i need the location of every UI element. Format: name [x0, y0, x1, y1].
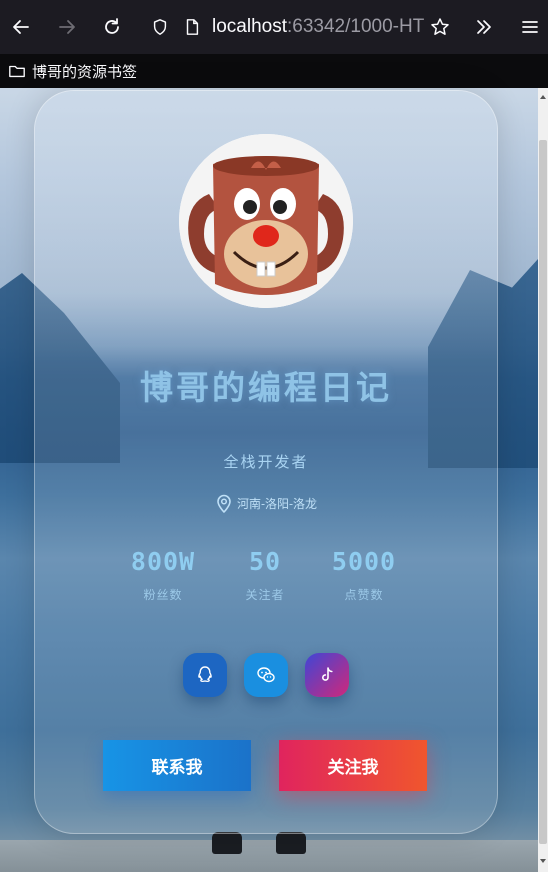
- reload-icon: [105, 18, 119, 34]
- url-text[interactable]: localhost:63342/1000-HT: [212, 16, 424, 38]
- bookmark-folder-label: 博哥的资源书签: [32, 62, 138, 81]
- background-ground: [0, 840, 538, 872]
- tiktok-button[interactable]: [305, 653, 349, 697]
- reload-button[interactable]: [94, 9, 130, 45]
- stat-value: 5000: [331, 547, 397, 576]
- double-chevron-right-icon: [477, 20, 491, 34]
- stat-label: 关注者: [245, 588, 285, 602]
- arrow-right-icon: [59, 20, 75, 34]
- menu-button[interactable]: [512, 9, 548, 45]
- stats-row: 800W 粉丝数 50 关注者 5000 点赞数: [113, 547, 419, 611]
- url-host: localhost: [212, 16, 287, 37]
- url-bar[interactable]: localhost:63342/1000-HT: [144, 8, 458, 46]
- star-icon: [431, 18, 449, 35]
- stat-value: 50: [248, 547, 282, 576]
- bookmark-folder[interactable]: 博哥的资源书签: [8, 61, 137, 82]
- arrow-left-icon: [13, 20, 29, 34]
- background-shoe-left: [212, 832, 242, 854]
- stat-label: 点赞数: [344, 588, 384, 602]
- hamburger-menu-icon: [522, 21, 538, 33]
- profile-name: 博哥的编程日记: [140, 368, 392, 407]
- scrollbar[interactable]: [538, 88, 548, 872]
- rabbit-mug-image: [179, 134, 353, 308]
- stat-likes: 5000 点赞数: [314, 547, 414, 603]
- stat-following: 50 关注者: [215, 547, 315, 603]
- scroll-thumb[interactable]: [539, 140, 547, 844]
- profile-card: 博哥的编程日记 全栈开发者 河南-洛阳-洛龙 800W 粉丝数 50 关注者 5…: [34, 90, 498, 834]
- bookmark-star-button[interactable]: [422, 9, 458, 45]
- page-icon[interactable]: [176, 8, 208, 46]
- qq-button[interactable]: [183, 653, 227, 697]
- profile-role: 全栈开发者: [223, 453, 309, 471]
- folder-icon: [9, 65, 25, 78]
- forward-button[interactable]: [49, 9, 85, 45]
- wechat-button[interactable]: [244, 653, 288, 697]
- location-pin-icon: [217, 494, 231, 513]
- shield-icon[interactable]: [144, 8, 176, 46]
- url-path: :63342/1000-HT: [287, 16, 425, 37]
- wechat-icon: [257, 667, 275, 683]
- stat-fans: 800W 粉丝数: [113, 547, 213, 603]
- overflow-button[interactable]: [466, 9, 502, 45]
- scroll-down-arrow[interactable]: [538, 854, 548, 868]
- avatar: [179, 134, 353, 308]
- stat-value: 800W: [130, 547, 196, 576]
- qq-icon: [198, 666, 212, 683]
- profile-location: 河南-洛阳-洛龙: [35, 493, 497, 513]
- scroll-up-arrow[interactable]: [538, 90, 548, 104]
- bookmarks-bar: 博哥的资源书签: [0, 54, 548, 88]
- browser-toolbar: localhost:63342/1000-HT: [0, 0, 548, 54]
- tiktok-icon: [322, 667, 333, 681]
- back-button[interactable]: [3, 9, 39, 45]
- follow-button[interactable]: 关注我: [279, 740, 427, 791]
- stat-label: 粉丝数: [143, 588, 183, 602]
- background-shoe-right: [276, 832, 306, 854]
- location-text: 河南-洛阳-洛龙: [236, 496, 318, 511]
- contact-button[interactable]: 联系我: [103, 740, 251, 791]
